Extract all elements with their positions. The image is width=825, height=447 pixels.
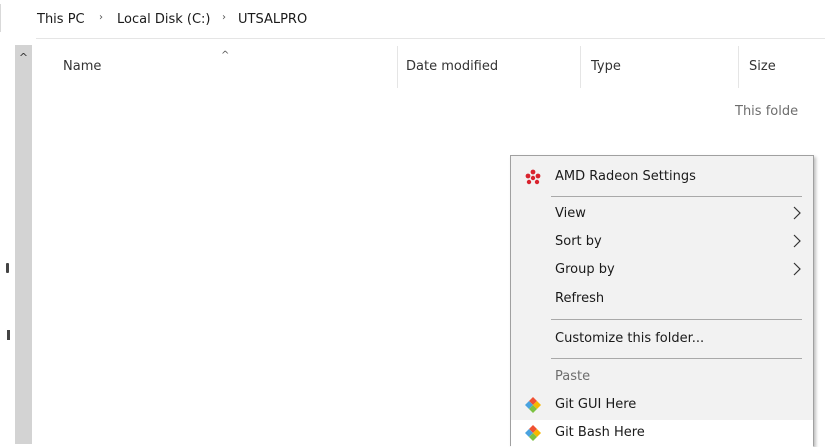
address-bar-edge (0, 4, 7, 32)
menu-item-label: Git GUI Here (555, 397, 637, 412)
nav-pane-fragment (6, 263, 9, 273)
column-divider[interactable] (580, 46, 581, 88)
column-divider[interactable] (738, 46, 739, 88)
column-header-type[interactable]: Type (591, 59, 621, 74)
menu-item-amd-radeon-settings[interactable]: AMD Radeon Settings (511, 164, 813, 191)
menu-item-refresh[interactable]: Refresh (511, 286, 813, 313)
breadcrumb-item-local-disk[interactable]: Local Disk (C:) (117, 12, 210, 27)
column-header-date-modified[interactable]: Date modified (406, 59, 498, 74)
menu-item-label: AMD Radeon Settings (555, 169, 696, 184)
menu-separator (551, 358, 802, 359)
navigation-pane-scrollbar[interactable] (15, 45, 32, 444)
chevron-right-icon (791, 204, 803, 222)
chevron-right-icon (791, 260, 803, 278)
menu-item-sort-by[interactable]: Sort by (511, 229, 813, 256)
chevron-right-icon (791, 232, 803, 250)
scroll-up-icon[interactable]: ^ (15, 48, 32, 68)
amd-radeon-icon (523, 168, 543, 186)
menu-item-label: View (555, 206, 586, 221)
menu-item-label: Git Bash Here (555, 425, 645, 440)
menu-item-label: Paste (555, 369, 591, 384)
git-icon (523, 396, 543, 414)
context-menu: AMD Radeon Settings View Sort by Group b… (510, 155, 814, 447)
empty-folder-message: This folde (735, 104, 799, 119)
git-icon (523, 424, 543, 442)
menu-separator (551, 319, 802, 320)
menu-item-group-by[interactable]: Group by (511, 257, 813, 284)
column-header-size[interactable]: Size (749, 59, 776, 74)
menu-item-label: Group by (555, 262, 615, 277)
menu-item-customize-this-folder[interactable]: Customize this folder... (511, 326, 813, 353)
menu-item-label: Refresh (555, 291, 605, 306)
breadcrumb-separator-icon[interactable]: › (222, 12, 226, 23)
breadcrumb-item-this-pc[interactable]: This PC (37, 12, 85, 27)
menu-item-git-bash-here[interactable]: Git Bash Here (511, 420, 813, 447)
breadcrumb: This PC › Local Disk (C:) › UTSALPRO (0, 0, 825, 38)
breadcrumb-separator-icon[interactable]: › (99, 12, 103, 23)
menu-separator (551, 196, 802, 197)
breadcrumb-item-utsalpro[interactable]: UTSALPRO (238, 12, 307, 27)
sort-ascending-icon: ^ (221, 50, 230, 61)
menu-item-label: Customize this folder... (555, 331, 705, 346)
menu-item-paste: Paste (511, 364, 813, 391)
nav-pane-fragment (7, 330, 10, 340)
address-divider (36, 38, 825, 39)
menu-item-label: Sort by (555, 234, 602, 249)
column-divider[interactable] (397, 46, 398, 88)
menu-item-view[interactable]: View (511, 201, 813, 228)
column-header-name[interactable]: Name (63, 59, 101, 74)
menu-item-git-gui-here[interactable]: Git GUI Here (511, 392, 813, 419)
